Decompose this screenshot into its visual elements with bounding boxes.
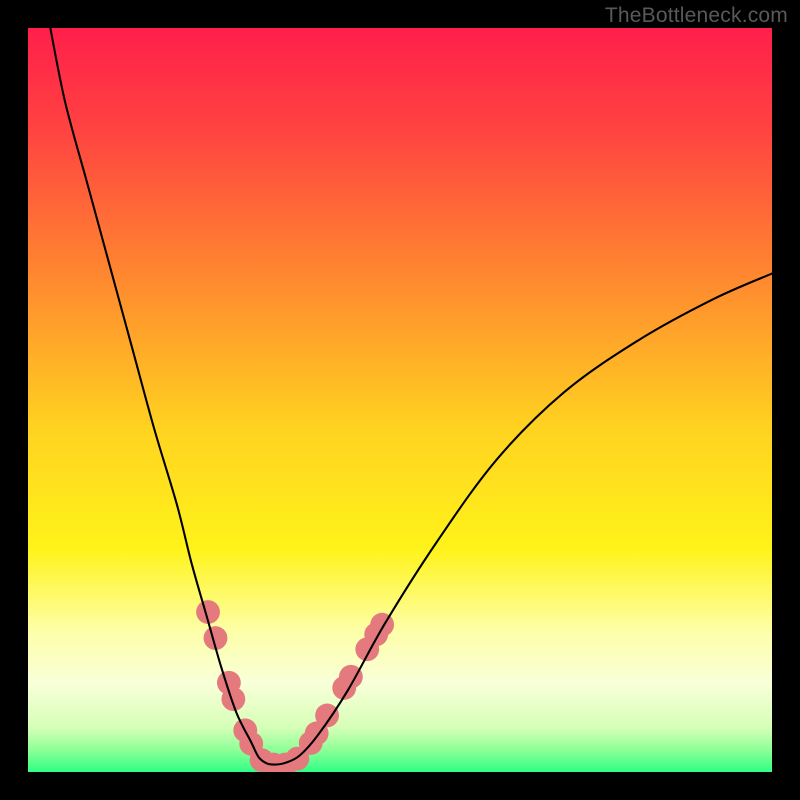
bottleneck-curve — [50, 28, 772, 765]
watermark-text: TheBottleneck.com — [605, 4, 788, 28]
curve-layer — [28, 28, 772, 772]
curve-marker — [370, 613, 394, 637]
chart-frame: TheBottleneck.com — [0, 0, 800, 800]
plot-area — [28, 28, 772, 772]
curve-markers — [196, 600, 394, 772]
